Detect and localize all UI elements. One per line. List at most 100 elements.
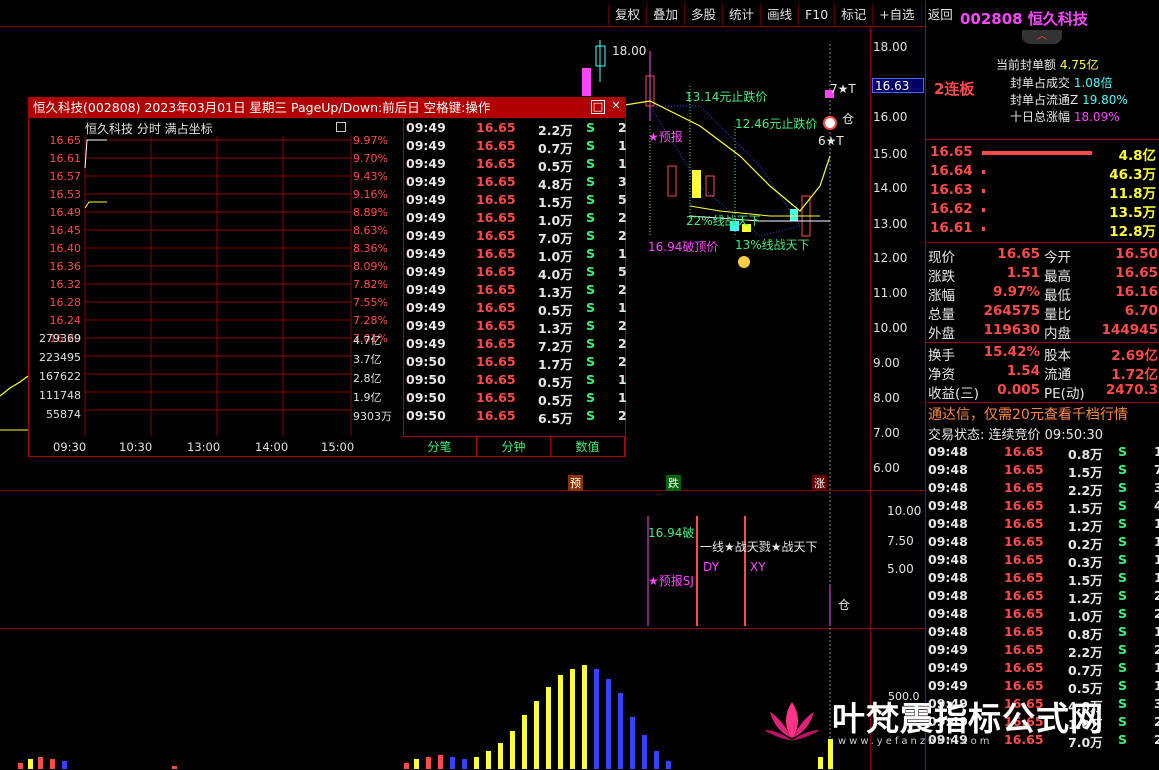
toolbar-button[interactable]: 多股 xyxy=(684,4,722,26)
mini-price-label: 16.45 xyxy=(49,224,82,237)
stat-v1: 1.51 xyxy=(1006,265,1040,281)
tick-tab[interactable]: 分笔 xyxy=(403,437,477,456)
tick-n: 2 xyxy=(618,282,627,297)
tick-row: 09:49 16.65 1.3万 S 2 xyxy=(404,282,627,300)
mini-price-label: 16.24 xyxy=(49,314,82,327)
mini-pct-label: 8.89% xyxy=(353,206,388,219)
minute-popup-window[interactable]: 恒久科技(002808) 2023年03月01日 星期三 PageUp/Down… xyxy=(28,97,627,457)
tick-p: 16.65 xyxy=(476,372,516,387)
trade-p: 16.65 xyxy=(1004,570,1044,585)
tick-p: 16.65 xyxy=(476,228,516,243)
tick-p: 16.65 xyxy=(476,390,516,405)
indicator-tick-label: 10.00 xyxy=(887,504,922,518)
tick-row: 09:49 16.65 0.5万 S 1 xyxy=(404,300,627,318)
trade-p: 16.65 xyxy=(1004,642,1044,657)
trade-row: 09:48 16.65 0.2万 S 1 xyxy=(928,534,1159,552)
trade-row: 09:48 16.65 0.3万 S 1 xyxy=(928,552,1159,570)
tick-t: 09:49 xyxy=(406,246,446,261)
tick-s: S xyxy=(586,174,596,189)
volume-bar xyxy=(404,763,409,769)
tick-n: 2 xyxy=(618,354,627,369)
toolbar-button[interactable]: 叠加 xyxy=(646,4,684,26)
stat-l1: 总量 xyxy=(928,307,955,323)
minute-chart[interactable]: 恒久科技 分时 满占坐标 16.65 16.61 16.57 16.53 16.49 16… xyxy=(29,118,403,456)
tick-tab[interactable]: 分钟 xyxy=(477,437,551,456)
mini-pct-label: 9.70% xyxy=(353,152,388,165)
toolbar-button[interactable]: 画线 xyxy=(760,4,798,26)
trade-t: 09:48 xyxy=(928,588,968,603)
trade-row: 09:49 16.65 2.2万 S 2 xyxy=(928,642,1159,660)
candle xyxy=(582,68,591,96)
volume-bar xyxy=(28,759,33,769)
money-bag-icon xyxy=(738,256,750,268)
maximize-button[interactable]: □ xyxy=(591,100,605,114)
trade-p: 16.65 xyxy=(1004,660,1044,675)
tick-tabs[interactable]: 分笔 分钟 数值 xyxy=(403,436,625,456)
bid-volume: 13.5万 xyxy=(1109,205,1156,221)
stat-row: 净资 1.54 流通 1.72亿 xyxy=(928,363,1158,383)
volume-bar xyxy=(450,757,455,769)
mini-pct-label: 7.28% xyxy=(353,314,388,327)
close-button[interactable]: ✕ xyxy=(609,100,623,114)
ind-line-label: 一线★战天戮★战天下 xyxy=(700,540,818,554)
volume-bar xyxy=(654,751,659,769)
bid-volume: 4.8亿 xyxy=(1118,148,1156,164)
marker-yu: 预 xyxy=(568,475,583,491)
tick-n: 1 xyxy=(618,300,627,315)
tick-t: 09:49 xyxy=(406,156,446,171)
popup-titlebar[interactable]: 恒久科技(002808) 2023年03月01日 星期三 PageUp/Down… xyxy=(29,98,625,118)
volume-bar xyxy=(50,759,55,769)
tick-list[interactable]: 09:49 16.65 2.2万 S 2 09:49 16.65 0.7万 S 1 09:49 16.… xyxy=(403,118,627,436)
volume-bar xyxy=(438,755,443,769)
stat-row: 收益(三) 0.005 PE(动) 2470.3 xyxy=(928,382,1158,402)
mini-vol-amount-label: 1.9亿 xyxy=(353,391,382,404)
consec-board: 2连板 xyxy=(934,80,975,98)
mini-pct-label: 9.43% xyxy=(353,170,388,183)
trade-v: 1.5万 xyxy=(1068,465,1103,480)
volume-bar xyxy=(498,743,503,769)
stat-l2: 最高 xyxy=(1044,269,1071,285)
volume-bar xyxy=(534,701,539,769)
bid-row: 16.61 12.8万 xyxy=(928,220,1158,240)
stat-v1: 0.005 xyxy=(997,382,1040,398)
tick-p: 16.65 xyxy=(476,282,516,297)
trade-s: S xyxy=(1118,570,1128,585)
collapse-icon[interactable]: ︿ xyxy=(1022,30,1062,44)
tick-v: 1.5万 xyxy=(538,195,573,210)
price-tick-label: 11.00 xyxy=(873,286,908,300)
tick-t: 09:50 xyxy=(406,354,446,369)
stat-l2: 股本 xyxy=(1044,348,1071,364)
stat-v2: 6.70 xyxy=(1124,303,1158,319)
promo-banner[interactable]: 通达信，仅需20元查看千档行情 xyxy=(928,404,1128,424)
stat-l2: PE(动) xyxy=(1044,386,1085,402)
candle xyxy=(705,175,715,197)
tick-t: 09:49 xyxy=(406,300,446,315)
tick-row: 09:49 16.65 7.2万 S 2 xyxy=(404,336,627,354)
mini-pct-label: 8.36% xyxy=(353,242,388,255)
tick-s: S xyxy=(586,354,596,369)
toolbar-button[interactable]: 复权 xyxy=(608,4,646,26)
stat-l1: 外盘 xyxy=(928,326,955,342)
trade-n: 2 xyxy=(1154,606,1159,621)
trade-t: 09:48 xyxy=(928,516,968,531)
stat-v1: 119630 xyxy=(983,322,1040,338)
tick-tab[interactable]: 数值 xyxy=(551,437,625,456)
watermark-text: 叶梵震指标公式网 xyxy=(832,699,1104,738)
price-tick-label: 10.00 xyxy=(873,321,908,335)
mini-price-label: 16.32 xyxy=(49,278,82,291)
tick-v: 7.2万 xyxy=(538,339,573,354)
tick-row: 09:50 16.65 0.5万 S 1 xyxy=(404,372,627,390)
mini-time-label: 14:00 xyxy=(255,440,289,454)
toolbar-button[interactable]: 标记 xyxy=(834,4,872,26)
trade-p: 16.65 xyxy=(1004,588,1044,603)
toolbar-button[interactable]: +自选 xyxy=(872,4,920,26)
stat-l1: 换手 xyxy=(928,348,955,364)
price-tick-label: 14.00 xyxy=(873,181,908,195)
price-tick-label: 15.00 xyxy=(873,147,908,161)
tick-v: 1.3万 xyxy=(538,285,573,300)
toolbar-button[interactable]: 统计 xyxy=(722,4,760,26)
trade-t: 09:48 xyxy=(928,498,968,513)
tick-s: S xyxy=(586,120,596,135)
toolbar-button[interactable]: F10 xyxy=(798,4,834,26)
tick-s: S xyxy=(586,156,596,171)
